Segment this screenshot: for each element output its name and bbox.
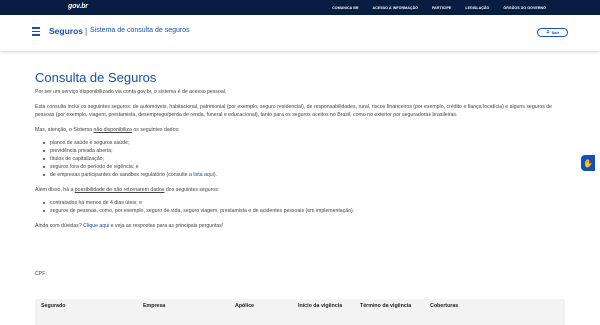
list-item: seguros de pessoas, como, por exemplo, s… [43, 207, 565, 215]
list-item: títulos de capitalização; [43, 155, 565, 163]
govbar-link-participe[interactable]: PARTICIPE [432, 6, 451, 10]
column-header-empresa: Empresa [143, 303, 166, 309]
sign-out-icon: ➲ [545, 29, 550, 35]
logout-button[interactable]: ➲ Sair [537, 28, 568, 37]
column-header-apolice: Apólice [235, 303, 255, 309]
app-header: Seguros | Sistema de consulta de seguros… [0, 15, 600, 51]
column-header-inicio-vigencia: Início da vigência [298, 303, 343, 309]
page-title: Consulta de Seguros [35, 70, 157, 85]
app-subtitle: Sistema de consulta de seguros [90, 27, 190, 34]
scope-text: Esta consulta inclui os seguintes seguro… [35, 104, 553, 118]
results-table-header: Segurado Empresa Apólice Início da vigên… [35, 299, 565, 325]
govbar-link-comunica-br[interactable]: COMUNICA BR [332, 6, 358, 10]
list-item: de empresas participantes do sandbox reg… [43, 171, 565, 179]
app-title[interactable]: Seguros [49, 26, 83, 36]
sandbox-list-link[interactable]: lista aqui [193, 172, 213, 178]
list-item: planos de saúde e seguros saúde; [43, 139, 565, 147]
intro-text: Por ser um serviço disponibilizado via c… [35, 89, 227, 95]
column-header-termino-vigencia: Término da vigência [360, 303, 412, 309]
title-separator: | [85, 27, 88, 36]
maybe-missing-list: contratados há menos de 4 dias úteis; e … [43, 199, 565, 215]
govbar-link-orgaos-governo[interactable]: ÓRGÃOS DO GOVERNO [503, 6, 546, 10]
govbar-link-acesso-informacao[interactable]: ACESSO À INFORMAÇÃO [373, 6, 418, 10]
list-item: contratados há menos de 4 dias úteis; e [43, 199, 565, 207]
column-header-coberturas: Coberturas [430, 303, 459, 309]
sign-language-icon[interactable]: ✋ [581, 155, 595, 171]
main-content: Consulta de Seguros Por ser um serviço d… [35, 70, 565, 237]
faq-link[interactable]: Clique aqui [83, 223, 109, 229]
besides-text: Além disso, há a possibilidade de não re… [35, 187, 220, 193]
hamburger-icon[interactable] [32, 27, 40, 37]
gov-links: COMUNICA BR ACESSO À INFORMAÇÃO PARTICIP… [332, 0, 546, 15]
govbar-link-legislacao[interactable]: LEGISLAÇÃO [465, 6, 489, 10]
doubts-text: Ainda com dúvidas? Clique aqui e veja as… [35, 223, 224, 229]
list-item: previdência privada aberta; [43, 147, 565, 155]
govbr-logo[interactable]: gov.br [68, 3, 88, 10]
cpf-label: CPF: [35, 271, 47, 277]
list-item: seguros fora do período de vigência; e [43, 163, 565, 171]
gov-top-bar: gov.br COMUNICA BR ACESSO À INFORMAÇÃO P… [0, 0, 600, 15]
logout-label: Sair [551, 30, 560, 35]
column-header-segurado: Segurado [41, 303, 66, 309]
unavailable-list: planos de saúde e seguros saúde; previdê… [43, 139, 565, 179]
warning-text: Mas, atenção, o Sistema não disponibiliz… [35, 127, 180, 133]
